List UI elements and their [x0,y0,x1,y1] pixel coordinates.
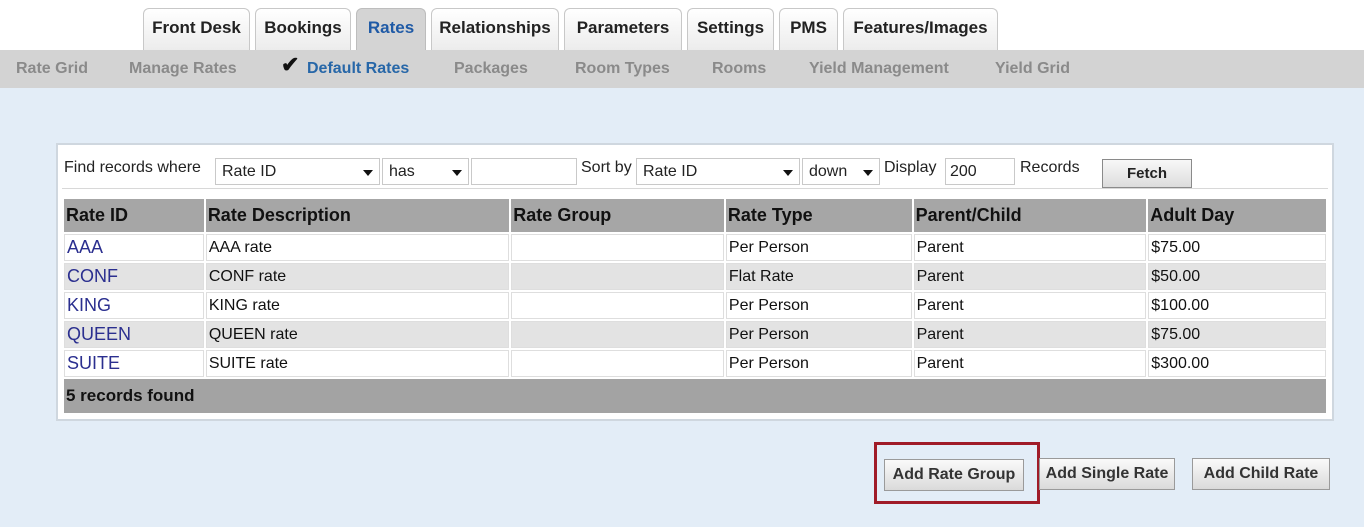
dropdown-arrow-icon [783,170,793,176]
column-header-rate-type[interactable]: Rate Type [725,199,912,232]
sort-field-value: Rate ID [643,163,698,180]
adult-day-cell: $50.00 [1148,263,1326,290]
sub-navigation: Rate Grid Manage Rates Default Rates Pac… [0,50,1364,88]
table-row[interactable]: KING KING rate Per Person Parent $100.00 [64,292,1326,319]
sort-direction-value: down [809,163,848,180]
column-header-adult-day[interactable]: Adult Day [1148,199,1326,232]
subnav-packages[interactable]: Packages [454,50,528,88]
field-select[interactable]: Rate ID [215,158,380,185]
top-tab-bar: Front Desk Bookings Rates Relationships … [0,0,1364,50]
rate-type-cell: Flat Rate [725,263,912,290]
add-child-rate-button[interactable]: Add Child Rate [1192,458,1330,490]
rate-group-cell [511,263,724,290]
rate-group-cell [511,321,724,348]
dropdown-arrow-icon [863,170,873,176]
tab-settings[interactable]: Settings [687,8,774,50]
tab-rates[interactable]: Rates [356,8,426,50]
find-records-label: Find records where [64,159,201,176]
records-label: Records [1020,159,1080,176]
parent-child-cell: Parent [913,263,1147,290]
subnav-room-types[interactable]: Room Types [575,50,670,88]
rate-type-cell: Per Person [725,321,912,348]
subnav-yield-management[interactable]: Yield Management [809,50,949,88]
parent-child-cell: Parent [913,234,1147,261]
tab-front-desk[interactable]: Front Desk [143,8,250,50]
sort-field-select[interactable]: Rate ID [636,158,800,185]
rate-group-cell [511,292,724,319]
table-row[interactable]: AAA AAA rate Per Person Parent $75.00 [64,234,1326,261]
adult-day-cell: $300.00 [1148,350,1326,377]
rate-id-link[interactable]: AAA [64,234,204,261]
tab-features-images[interactable]: Features/Images [843,8,998,50]
rate-description-cell: QUEEN rate [205,321,510,348]
column-header-rate-group[interactable]: Rate Group [511,199,724,232]
rate-id-link[interactable]: KING [64,292,204,319]
rate-description-cell: KING rate [205,292,510,319]
rate-group-cell [511,234,724,261]
display-label: Display [884,159,937,176]
dropdown-arrow-icon [452,170,462,176]
main-content: Find records where Rate ID has Sort by R… [0,88,1364,527]
rate-type-cell: Per Person [725,292,912,319]
parent-child-cell: Parent [913,292,1147,319]
rate-description-cell: CONF rate [205,263,510,290]
dropdown-arrow-icon [363,170,373,176]
rate-type-cell: Per Person [725,234,912,261]
tab-bookings[interactable]: Bookings [255,8,351,50]
rate-description-cell: AAA rate [205,234,510,261]
table-header-row: Rate ID Rate Description Rate Group Rate… [64,199,1326,232]
parent-child-cell: Parent [913,321,1147,348]
subnav-rate-grid[interactable]: Rate Grid [16,50,88,88]
subnav-rooms[interactable]: Rooms [712,50,766,88]
parent-child-cell: Parent [913,350,1147,377]
table-row[interactable]: CONF CONF rate Flat Rate Parent $50.00 [64,263,1326,290]
adult-day-cell: $100.00 [1148,292,1326,319]
tab-parameters[interactable]: Parameters [564,8,682,50]
search-input[interactable] [471,158,577,185]
fetch-button[interactable]: Fetch [1102,159,1192,188]
table-footer-row: 5 records found [64,379,1326,413]
table-row[interactable]: SUITE SUITE rate Per Person Parent $300.… [64,350,1326,377]
column-header-rate-description[interactable]: Rate Description [205,199,510,232]
rates-table: Rate ID Rate Description Rate Group Rate… [62,197,1328,415]
column-header-parent-child[interactable]: Parent/Child [913,199,1147,232]
tab-pms[interactable]: PMS [779,8,838,50]
rate-id-link[interactable]: QUEEN [64,321,204,348]
rate-id-link[interactable]: CONF [64,263,204,290]
sort-by-label: Sort by [581,159,632,176]
adult-day-cell: $75.00 [1148,321,1326,348]
add-single-rate-button[interactable]: Add Single Rate [1039,458,1175,490]
rate-description-cell: SUITE rate [205,350,510,377]
sort-direction-select[interactable]: down [802,158,880,185]
add-rate-group-button[interactable]: Add Rate Group [884,459,1024,491]
subnav-default-rates[interactable]: Default Rates [307,50,409,88]
column-header-rate-id[interactable]: Rate ID [64,199,204,232]
find-records-bar: Find records where Rate ID has Sort by R… [62,149,1328,189]
rate-type-cell: Per Person [725,350,912,377]
field-select-value: Rate ID [222,163,277,180]
rate-group-cell [511,350,724,377]
table-row[interactable]: QUEEN QUEEN rate Per Person Parent $75.0… [64,321,1326,348]
adult-day-cell: $75.00 [1148,234,1326,261]
checkmark-icon: ✔ [281,52,300,77]
tab-relationships[interactable]: Relationships [431,8,559,50]
operator-select[interactable]: has [382,158,469,185]
display-count-input[interactable]: 200 [945,158,1015,185]
operator-select-value: has [389,163,415,180]
subnav-manage-rates[interactable]: Manage Rates [129,50,237,88]
records-found-count: 5 records found [64,379,1326,413]
subnav-yield-grid[interactable]: Yield Grid [995,50,1070,88]
records-panel: Find records where Rate ID has Sort by R… [56,143,1334,421]
rate-id-link[interactable]: SUITE [64,350,204,377]
